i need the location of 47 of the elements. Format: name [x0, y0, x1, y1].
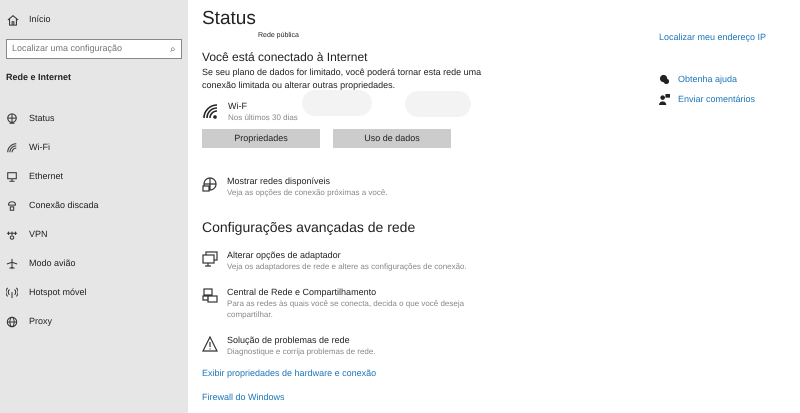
sidebar-item[interactable]: Wi-Fi	[0, 134, 188, 162]
hotspot-icon	[6, 287, 18, 299]
connection-name: Wi-F	[228, 100, 247, 112]
link[interactable]: Firewall do Windows	[202, 391, 285, 403]
settings-link[interactable]: Alterar opções de adaptador	[227, 249, 341, 261]
monitors-icon	[202, 288, 218, 304]
warning-icon	[202, 336, 218, 352]
airplane-icon	[6, 258, 18, 270]
section-heading: Rede e Internet	[5, 71, 72, 84]
settings-link[interactable]: Central de Rede e Compartilhamento	[227, 286, 376, 298]
description-text: Para as redes às quais você se conecta, decida o que você deseja compartilhar.	[227, 298, 466, 320]
section-heading: Você está conectado à Internet	[202, 49, 368, 65]
sidebar-item[interactable]: Hotspot móvel	[0, 278, 188, 308]
description-text: Diagnostique e corrija problemas de rede.	[227, 346, 377, 357]
link[interactable]: Obtenha ajuda	[678, 72, 738, 86]
section-heading: Configurações avançadas de rede	[202, 218, 416, 236]
search-field[interactable]: Localizar uma configuração ⌕	[6, 39, 182, 59]
sidebar-item[interactable]: VPN	[0, 220, 188, 250]
usage-period: Nos últimos 30 dias	[228, 112, 298, 122]
sidebar-item[interactable]: Ethernet	[0, 162, 188, 192]
globe-icon	[6, 316, 18, 328]
link[interactable]: Enviar comentários	[678, 93, 756, 106]
person-icon	[659, 94, 670, 106]
description-text: Se seu plano de dados for limitado, você poderá tornar esta rede uma conexão limitada ou alterar outras propriedades.	[202, 66, 482, 92]
settings-link[interactable]: Mostrar redes disponíveis	[227, 175, 330, 187]
link[interactable]: Localizar meu endereço IP	[659, 31, 766, 44]
globe-icon	[6, 113, 18, 125]
page-title: Status	[202, 7, 256, 31]
search-input[interactable]: Localizar uma configuração	[12, 42, 152, 56]
sidebar-item[interactable]: Proxy	[0, 308, 188, 336]
link[interactable]: Exibir propriedades de hardware e conexão	[202, 367, 376, 379]
monitor-icon	[202, 251, 218, 267]
globe-monitor-icon	[202, 177, 218, 193]
description-text: Veja os adaptadores de rede e altere as configurações de conexão.	[227, 261, 468, 272]
action-button[interactable]: Propriedades	[202, 129, 320, 148]
description-text: Veja as opções de conexão próximas a você.	[227, 187, 389, 198]
search-icon: ⌕	[170, 42, 176, 56]
action-button[interactable]: Uso de dados	[333, 129, 451, 148]
home-icon	[7, 14, 19, 26]
sidebar-item[interactable]: Status	[0, 104, 188, 134]
wifi-icon	[6, 142, 18, 154]
home-link[interactable]: Início	[0, 0, 188, 27]
monitor-icon	[6, 171, 18, 183]
wifi-icon	[202, 103, 220, 119]
settings-link[interactable]: Solução de problemas de rede	[227, 334, 350, 346]
sidebar-item[interactable]: Modo avião	[0, 250, 188, 278]
sidebar-item[interactable]: Conexão discada	[0, 192, 188, 220]
